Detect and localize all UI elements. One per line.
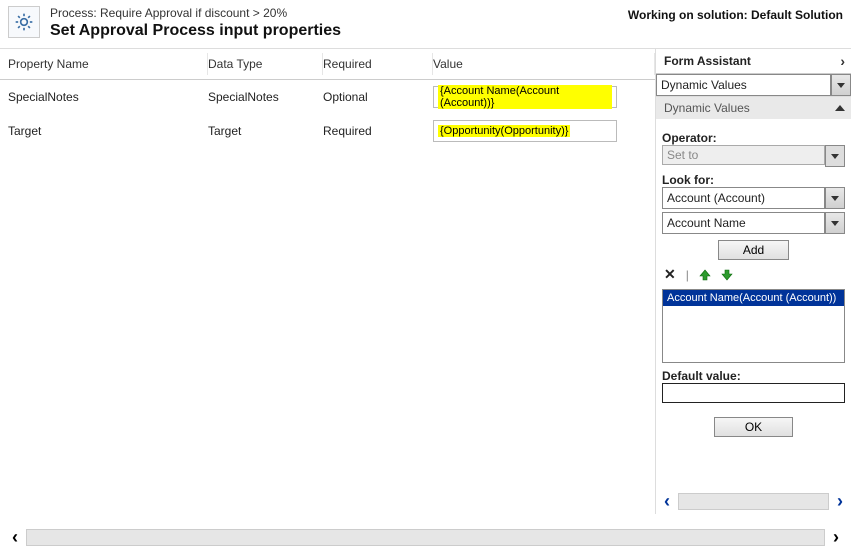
assistant-mode-select[interactable]: Dynamic Values <box>656 74 831 96</box>
collapse-icon[interactable] <box>835 105 845 111</box>
dropdown-button[interactable] <box>825 187 845 209</box>
value-input[interactable]: {Account Name(Account (Account))} <box>433 86 617 108</box>
delete-icon[interactable]: ✕ <box>664 266 676 283</box>
cell-name: Target <box>8 124 208 138</box>
value-input[interactable]: {Opportunity(Opportunity)} <box>433 120 617 142</box>
table-row[interactable]: SpecialNotes SpecialNotes Optional {Acco… <box>8 80 647 114</box>
move-up-icon[interactable] <box>699 269 711 281</box>
chevron-down-icon <box>831 154 839 159</box>
chevron-down-icon <box>831 221 839 226</box>
separator: | <box>686 268 689 282</box>
chevron-down-icon <box>831 196 839 201</box>
lookfor-label: Look for: <box>662 173 845 187</box>
page-title: Set Approval Process input properties <box>50 22 341 40</box>
property-grid: Property Name Data Type Required Value S… <box>0 49 655 514</box>
value-token: {Opportunity(Opportunity)} <box>438 125 570 137</box>
selected-values-list[interactable]: Account Name(Account (Account)) <box>662 289 845 363</box>
horizontal-scrollbar[interactable] <box>26 529 825 546</box>
dropdown-button <box>825 145 845 167</box>
cell-type: SpecialNotes <box>208 90 323 104</box>
lookfor-entity-select[interactable]: Account (Account) <box>662 187 825 209</box>
scroll-left-icon[interactable]: ‹ <box>660 492 674 510</box>
working-on-label: Working on solution: Default Solution <box>628 6 843 22</box>
form-assistant-title: Form Assistant <box>664 54 751 68</box>
dropdown-button[interactable] <box>831 74 851 96</box>
table-row[interactable]: Target Target Required {Opportunity(Oppo… <box>8 114 647 148</box>
col-header-value[interactable]: Value <box>433 53 655 75</box>
cell-required: Required <box>323 124 433 138</box>
chevron-down-icon <box>837 83 845 88</box>
value-token: {Account Name(Account (Account))} <box>438 85 612 109</box>
cell-required: Optional <box>323 90 433 104</box>
cell-type: Target <box>208 124 323 138</box>
operator-label: Operator: <box>662 131 845 145</box>
default-value-input[interactable] <box>662 383 845 403</box>
move-down-icon[interactable] <box>721 269 733 281</box>
chevron-right-icon[interactable]: › <box>840 53 845 69</box>
scroll-right-icon[interactable]: › <box>833 492 847 510</box>
default-value-label: Default value: <box>662 369 845 383</box>
gear-icon <box>14 12 34 32</box>
process-icon <box>8 6 40 38</box>
process-breadcrumb: Process: Require Approval if discount > … <box>50 6 341 20</box>
section-label: Dynamic Values <box>664 101 750 115</box>
add-button[interactable]: Add <box>718 240 789 260</box>
col-header-type[interactable]: Data Type <box>208 53 323 75</box>
operator-select: Set to <box>662 145 825 165</box>
scroll-left-icon[interactable]: ‹ <box>8 528 22 546</box>
dropdown-button[interactable] <box>825 212 845 234</box>
cell-name: SpecialNotes <box>8 90 208 104</box>
col-header-required[interactable]: Required <box>323 53 433 75</box>
lookfor-attr-select[interactable]: Account Name <box>662 212 825 234</box>
horizontal-scrollbar[interactable] <box>678 493 829 510</box>
scroll-right-icon[interactable]: › <box>829 528 843 546</box>
grid-header: Property Name Data Type Required Value <box>0 49 655 80</box>
list-item[interactable]: Account Name(Account (Account)) <box>663 290 844 306</box>
col-header-name[interactable]: Property Name <box>8 53 208 75</box>
ok-button[interactable]: OK <box>714 417 793 437</box>
